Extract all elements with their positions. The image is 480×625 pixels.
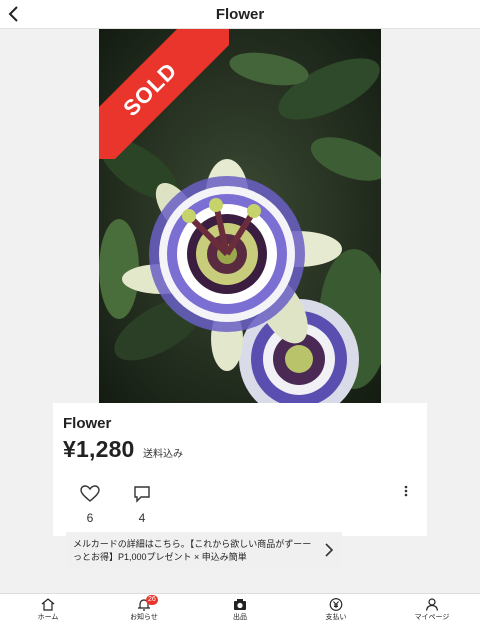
- top-nav-bar: Flower: [0, 0, 480, 29]
- item-name: Flower: [63, 415, 112, 432]
- tab-notifications[interactable]: 26 お知らせ: [96, 594, 192, 625]
- item-photo[interactable]: SOLD: [99, 29, 381, 403]
- yen-icon: [329, 598, 343, 611]
- chevron-right-icon: [325, 543, 334, 557]
- notification-badge: 26: [145, 595, 158, 605]
- tab-home[interactable]: ホーム: [0, 594, 96, 625]
- camera-icon: [234, 599, 246, 610]
- sold-ribbon: SOLD: [99, 29, 229, 159]
- like-count: 6: [86, 511, 94, 525]
- merucard-promo-banner[interactable]: メルカードの詳細はこちら。【これから欲しい商品がずーーっとお得】P1,000プレ…: [66, 532, 342, 570]
- comment-icon: [134, 486, 150, 503]
- sold-label: SOLD: [99, 29, 229, 159]
- heart-icon: [80, 485, 100, 502]
- like-button[interactable]: 6: [77, 485, 103, 525]
- tab-mypage[interactable]: マイページ: [384, 594, 480, 625]
- home-icon: [41, 598, 55, 611]
- comment-count: 4: [138, 511, 146, 525]
- more-options-button[interactable]: [401, 485, 411, 499]
- tab-notifications-label: お知らせ: [130, 614, 158, 621]
- shipping-label: 送料込み: [143, 449, 183, 460]
- tab-mypage-label: マイページ: [414, 614, 450, 621]
- tab-sell[interactable]: 出品: [192, 594, 288, 625]
- item-price: ¥1,280: [63, 436, 135, 462]
- tab-sell-label: 出品: [233, 614, 247, 621]
- item-info-card: Flower ¥1,280 送料込み 6 4: [53, 403, 427, 536]
- person-icon: [425, 598, 439, 611]
- more-vertical-icon: [404, 485, 408, 497]
- bottom-tab-bar: ホーム 26 お知らせ 出品 支払い マイページ: [0, 593, 480, 625]
- tab-payment-label: 支払い: [325, 614, 347, 621]
- promo-text: メルカードの詳細はこちら。【これから欲しい商品がずーーっとお得】P1,000プレ…: [73, 539, 312, 562]
- tab-payment[interactable]: 支払い: [288, 594, 384, 625]
- comment-button[interactable]: 4: [129, 485, 155, 525]
- tab-home-label: ホーム: [37, 614, 59, 621]
- page-title: Flower: [215, 6, 265, 23]
